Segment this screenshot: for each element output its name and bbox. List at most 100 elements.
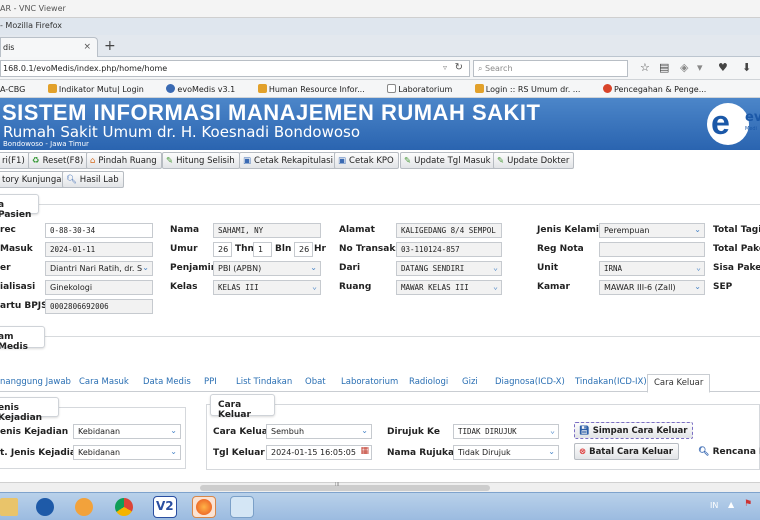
kartu-bpjs-field[interactable]: 0002806692006 xyxy=(45,299,153,314)
tab-ppi[interactable]: PPI xyxy=(204,377,217,387)
scrollbar-thumb[interactable]: III xyxy=(200,482,490,491)
tab-diagnosa[interactable]: Diagnosa(ICD-X) xyxy=(495,377,565,387)
download-icon[interactable]: ⬇ xyxy=(742,61,751,74)
ket-jenis-kejadian-select[interactable]: Kebidanan ⌄ xyxy=(73,445,181,460)
tab-gizi[interactable]: Gizi xyxy=(462,377,478,387)
nama-field[interactable]: SAHAMI, NY xyxy=(213,223,321,238)
reg-nota-field[interactable] xyxy=(599,242,705,257)
explorer-icon[interactable] xyxy=(0,498,18,516)
bookmark-1[interactable]: Indikator Mutu| Login xyxy=(47,84,154,94)
tab-obat[interactable]: Obat xyxy=(305,377,326,387)
kelas-select[interactable]: KELAS III ⌄ xyxy=(213,280,321,295)
tab-list-tindakan[interactable]: List Tindakan xyxy=(236,377,292,387)
ruang-select[interactable]: MAWAR KELAS III ⌄ xyxy=(396,280,502,295)
tgl-masuk-label: Masuk xyxy=(0,244,33,254)
section-divider xyxy=(0,336,760,337)
unit-select[interactable]: IRNA ⌄ xyxy=(599,261,705,276)
umur-thn-field[interactable]: 26 xyxy=(213,242,232,257)
tab-cara-keluar[interactable]: Cara Keluar xyxy=(647,374,711,393)
horizontal-scrollbar[interactable]: III xyxy=(0,482,760,492)
chevron-down-icon: ⌄ xyxy=(310,263,317,272)
chevron-down-icon: ⌄ xyxy=(548,447,555,456)
tray-flag-icon[interactable]: ⚑ xyxy=(744,499,752,509)
new-tab-button[interactable]: + xyxy=(104,38,116,54)
chrome-app-icon[interactable] xyxy=(75,498,93,516)
nama-label: Nama xyxy=(170,225,200,235)
update-tgl-masuk-button[interactable]: ✎ Update Tgl Masuk xyxy=(400,152,496,169)
media-player-icon[interactable] xyxy=(36,498,54,516)
tab-radiologi[interactable]: Radiologi xyxy=(409,377,448,387)
cetak-kpo-button[interactable]: ▣ Cetak KPO xyxy=(334,152,399,169)
cetak-rekapitulasi-button[interactable]: ▣ Cetak Rekapitulasi xyxy=(239,152,338,169)
browser-tab[interactable]: dis × xyxy=(0,37,98,57)
search-box[interactable]: ⌕ Search xyxy=(473,60,628,77)
umur-hr-field[interactable]: 26 xyxy=(294,242,313,257)
bookmark-6[interactable]: Pencegahan & Penge... xyxy=(602,84,716,94)
tgl-keluar-field[interactable]: 2024-01-15 16:05:05 ▦ xyxy=(266,445,372,460)
tab-laboratorium[interactable]: Laboratorium xyxy=(341,377,398,387)
tab-data-medis[interactable]: Data Medis xyxy=(143,377,191,387)
no-rec-field[interactable]: 0-88-30-34 xyxy=(45,223,153,238)
cara-keluar-select[interactable]: Sembuh ⌄ xyxy=(266,424,372,439)
penjamin-select[interactable]: PBI (APBN) ⌄ xyxy=(213,261,321,276)
thn-label: Thn xyxy=(235,244,254,254)
reset-button[interactable]: ♻ Reset(F8) xyxy=(28,152,89,169)
app-banner: SISTEM INFORMASI MANAJEMEN RUMAH SAKIT R… xyxy=(0,98,760,150)
penjamin-label: Penjamin xyxy=(170,263,218,273)
firefox-taskbar-button[interactable] xyxy=(192,496,216,518)
hasil-lab-button[interactable]: 🔍︎ Hasil Lab xyxy=(62,171,124,188)
hitung-selisih-button[interactable]: ✎ Hitung Selisih xyxy=(162,152,240,169)
alamat-field[interactable]: KALIGEDANG 8/4 SEMPOL I xyxy=(396,223,502,238)
extension-icon[interactable]: ◈ xyxy=(680,61,688,74)
dropdown-icon[interactable]: ▾ xyxy=(697,61,703,74)
reading-list-icon[interactable]: ▤ xyxy=(659,61,669,74)
chevron-down-icon: ⌄ xyxy=(493,282,498,291)
bookmark-2[interactable]: evoMedis v3.1 xyxy=(166,84,245,94)
batal-cara-keluar-button[interactable]: ⊗ Batal Cara Keluar xyxy=(574,443,679,460)
url-dropdown-icon[interactable]: ▿ xyxy=(443,63,447,72)
tab-cara-masuk[interactable]: Cara Masuk xyxy=(79,377,129,387)
dirujuk-ke-select[interactable]: TIDAK DIRUJUK ⌄ xyxy=(453,424,559,439)
language-indicator[interactable]: IN xyxy=(710,501,718,510)
calendar-icon[interactable]: ▦ xyxy=(360,446,369,456)
spesialisasi-label: ialisasi xyxy=(0,282,36,292)
umur-bln-field[interactable]: 1 xyxy=(253,242,272,257)
kamar-label: Kamar xyxy=(537,282,570,292)
dari-select[interactable]: DATANG SENDIRI ⌄ xyxy=(396,261,502,276)
tgl-masuk-field[interactable]: 2024-01-11 xyxy=(45,242,153,257)
hr-label: Hr xyxy=(314,244,326,254)
dokter-label: er xyxy=(0,263,11,273)
jenis-kelamin-select[interactable]: Perempuan ⌄ xyxy=(599,223,705,238)
tray-arrow-icon[interactable]: ▲ xyxy=(728,500,734,509)
update-dokter-button[interactable]: ✎ Update Dokter xyxy=(493,152,575,169)
bookmark-5[interactable]: Login :: RS Umum dr. ... xyxy=(474,84,591,94)
bookmark-star-icon[interactable]: ☆ xyxy=(640,61,650,74)
spesialisasi-field[interactable]: Ginekologi xyxy=(45,280,153,295)
bookmark-3[interactable]: Human Resource Infor... xyxy=(257,84,375,94)
nama-rujukan-label: Nama Rujukan xyxy=(387,448,461,458)
no-transaksi-field[interactable]: 03-110124-857 xyxy=(396,242,502,257)
bookmark-0[interactable]: A-CBG xyxy=(0,85,35,94)
section-divider xyxy=(0,204,760,205)
pocket-icon[interactable]: ♥ xyxy=(718,61,728,74)
reload-icon[interactable]: ↻ xyxy=(455,62,463,73)
tab-tindakan-icd[interactable]: Tindakan(ICD-IX) xyxy=(575,377,647,387)
close-tab-icon[interactable]: × xyxy=(83,42,91,52)
tab-penanggung-jawab[interactable]: nanggung Jawab xyxy=(0,377,71,387)
kamar-select[interactable]: MAWAR III-6 (Zall) ⌄ xyxy=(599,280,705,295)
firefox-title-bar: - Mozilla Firefox xyxy=(0,18,760,35)
simpan-cara-keluar-button[interactable]: 💾︎ Simpan Cara Keluar xyxy=(574,422,694,439)
url-bar[interactable]: 168.0.1/evoMedis/index.php/home/home ▿ ↻ xyxy=(0,60,470,77)
pindah-ruang-button[interactable]: ⌂ Pindah Ruang xyxy=(86,152,162,169)
bookmarks-bar: A-CBG Indikator Mutu| Login evoMedis v3.… xyxy=(0,80,760,98)
bookmark-4[interactable]: Laboratorium xyxy=(387,84,462,94)
print-icon: ▣ xyxy=(243,156,252,166)
rencana-kontrol-link[interactable]: 🔍︎ Rencana K xyxy=(698,447,760,457)
jenis-kejadian-select[interactable]: Kebidanan ⌄ xyxy=(73,424,181,439)
chrome-icon[interactable] xyxy=(115,498,133,516)
cari-button[interactable]: ri(F1) xyxy=(0,152,30,169)
nama-rujukan-select[interactable]: Tidak Dirujuk ⌄ xyxy=(453,445,559,460)
window-taskbar-button[interactable] xyxy=(230,496,254,518)
vnc-icon[interactable]: V2 xyxy=(153,496,177,518)
dokter-select[interactable]: Diantri Nari Ratih, dr. S ⌄ xyxy=(45,261,153,276)
